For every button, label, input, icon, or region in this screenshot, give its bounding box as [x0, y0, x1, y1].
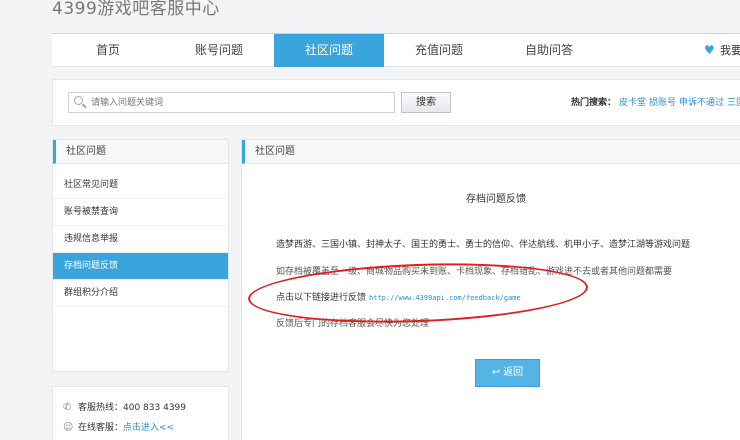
sidebar: 社区问题 社区常见问题 账号被禁查询 违规信息举报 存档问题反馈 群组积分介绍: [52, 139, 229, 372]
hot-search-link[interactable]: 申诉不通过: [679, 98, 724, 108]
tab-self-help[interactable]: 自助问答: [494, 34, 604, 67]
search-bar: 搜索 热门搜索：皮卡堂损账号申诉不通过三国: [52, 79, 740, 126]
tab-recharge[interactable]: 充值问题: [384, 34, 494, 67]
search-icon: [74, 96, 83, 105]
online-service-link[interactable]: 点击进入<<: [123, 423, 174, 433]
tab-account[interactable]: 账号问题: [164, 34, 274, 67]
hotline-number: 400 833 4399: [123, 403, 186, 413]
main-nav: 首页 账号问题 社区问题 充值问题 自助问答 ♥ 我要: [52, 33, 740, 67]
hotline-label: 客服热线：: [78, 403, 124, 413]
contact-panel: ✆ 客服热线：400 833 4399 ☺ 在线客服：点击进入<<: [52, 386, 229, 440]
hot-search-link[interactable]: 皮卡堂: [619, 98, 646, 108]
sidebar-title: 社区问题: [53, 140, 228, 164]
feedback-link[interactable]: http://www.4399api.com/feedback/game: [369, 294, 521, 302]
tab-community[interactable]: 社区问题: [274, 34, 384, 67]
back-button[interactable]: ↩ 返回: [475, 359, 540, 387]
sidebar-item-report[interactable]: 违规信息举报: [53, 226, 228, 253]
sidebar-item-group-points[interactable]: 群组积分介绍: [53, 280, 228, 307]
info-line-followup: 反馈后专门的存档客服会尽快为您处理: [276, 319, 430, 329]
search-input[interactable]: [91, 95, 381, 110]
search-field[interactable]: [68, 92, 395, 113]
hot-search-link[interactable]: 三国: [727, 98, 740, 108]
hot-search-link[interactable]: 损账号: [649, 98, 676, 108]
site-title: 4399游戏吧客服中心: [52, 0, 220, 19]
page-title: 存档问题反馈: [466, 194, 526, 205]
info-line-feedback: 点击以下链接进行反馈 http://www.4399api.com/feedbac…: [276, 290, 521, 303]
back-button-label: 返回: [503, 367, 524, 378]
return-icon: ↩: [491, 367, 501, 378]
online-service-label: 在线客服：: [78, 423, 124, 433]
user-icon: ☺: [63, 422, 74, 433]
nav-right-link[interactable]: 我要: [720, 34, 740, 67]
hot-search-label: 热门搜索：: [571, 98, 617, 108]
hot-searches: 热门搜索：皮卡堂损账号申诉不通过三国: [571, 95, 740, 108]
info-line-issues: 如存档被覆盖至一级、商城物品购买未到账、卡档现象、存档错乱、游戏进不去或者其他问…: [276, 267, 673, 277]
search-button[interactable]: 搜索: [401, 92, 451, 113]
heart-icon: ♥: [704, 43, 715, 57]
sidebar-item-ban-query[interactable]: 账号被禁查询: [53, 199, 228, 226]
info-line-games: 造梦西游、三国小镇、封神太子、国王的勇士、勇士的信仰、伴达航线、机甲小子、造梦江…: [276, 240, 691, 250]
main-panel-header: 社区问题: [242, 140, 740, 164]
main-panel: 社区问题 存档问题反馈 造梦西游、三国小镇、封神太子、国王的勇士、勇士的信仰、伴…: [241, 139, 740, 440]
phone-icon: ✆: [63, 402, 72, 413]
feedback-prompt: 点击以下链接进行反馈: [276, 293, 367, 303]
tab-home[interactable]: 首页: [52, 34, 164, 67]
sidebar-item-save-feedback[interactable]: 存档问题反馈: [53, 253, 228, 280]
sidebar-item-faq[interactable]: 社区常见问题: [53, 172, 228, 199]
